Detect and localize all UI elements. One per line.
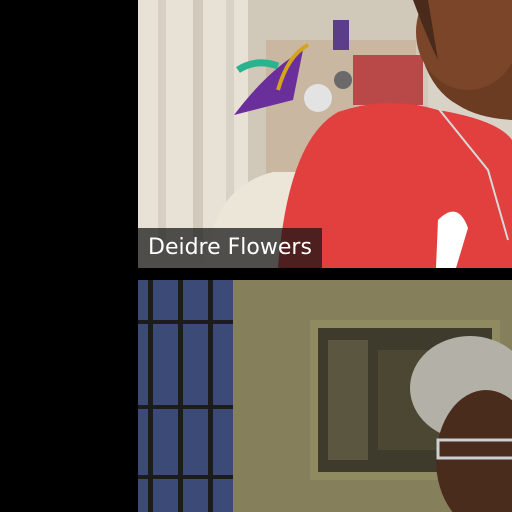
left-black-margin: [0, 0, 138, 512]
participant-video-2: [138, 280, 512, 512]
participant-video-tile-2[interactable]: [138, 280, 512, 512]
tile-divider: [138, 268, 512, 280]
participant-video-tile-1[interactable]: Deidre Flowers: [138, 0, 512, 268]
participant-name-label: Deidre Flowers: [138, 228, 322, 268]
